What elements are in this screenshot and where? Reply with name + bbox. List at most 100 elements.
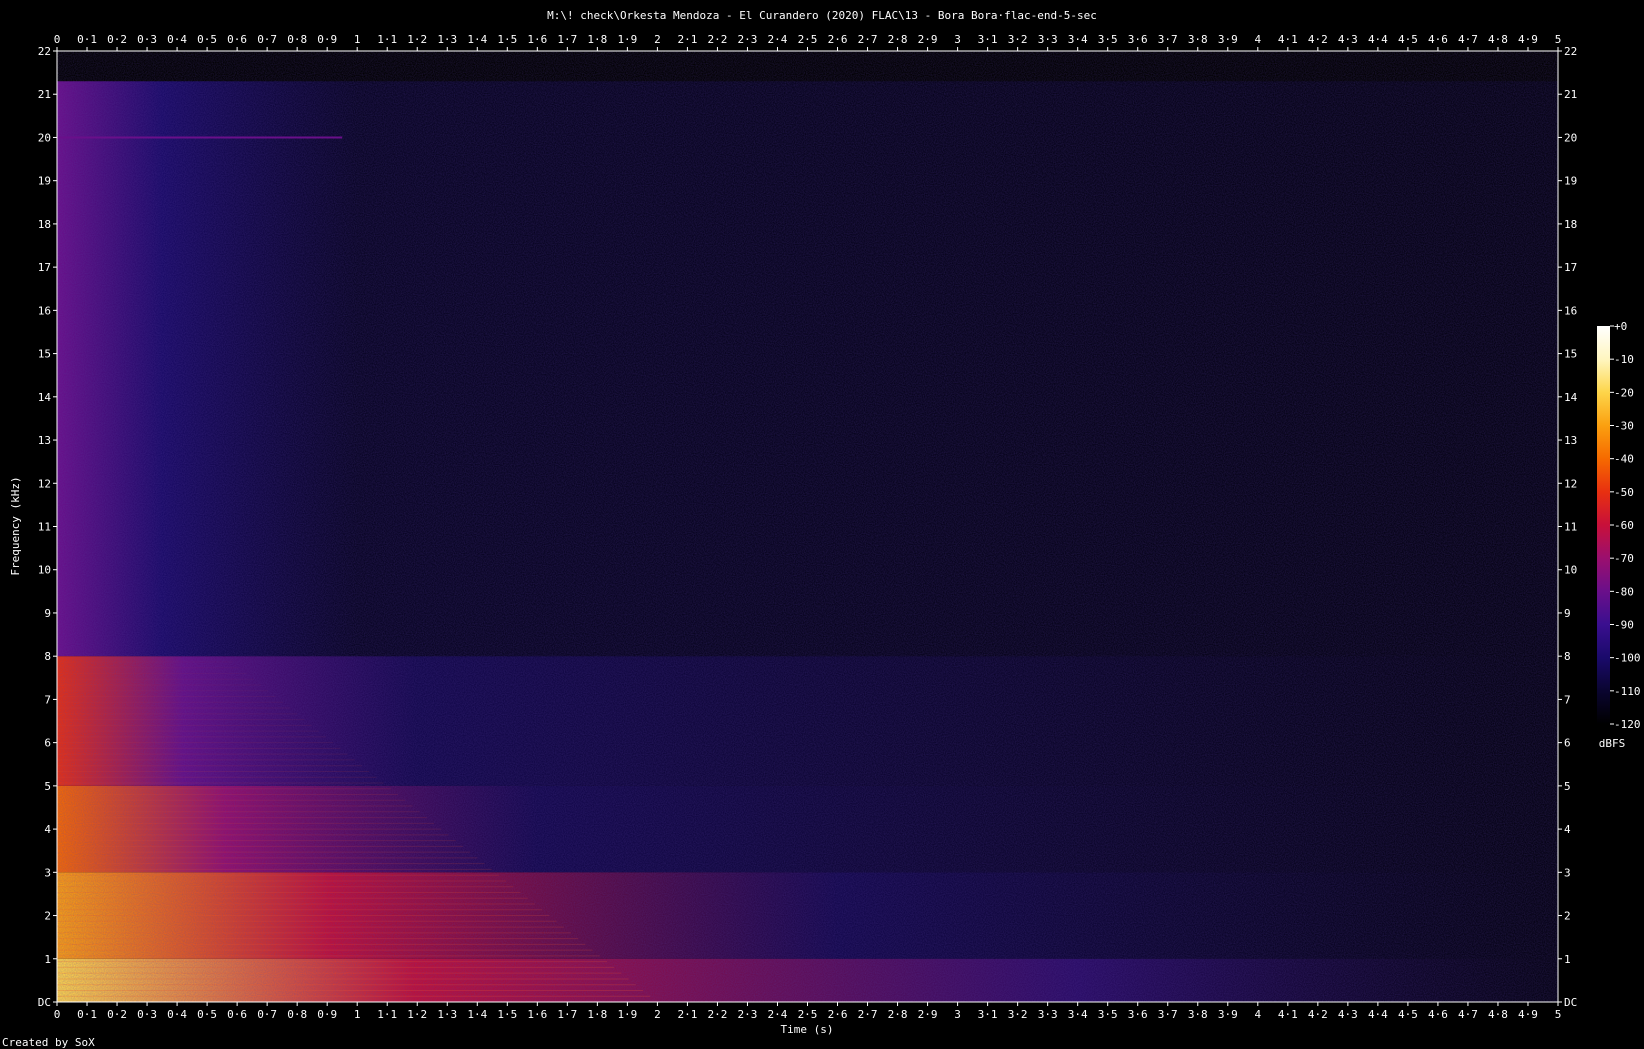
- y-tick-label: 22: [38, 45, 51, 58]
- x-tick-label: 2·4: [768, 1008, 788, 1021]
- x-tick-label: 1: [354, 33, 361, 46]
- x-tick-label: 4·2: [1308, 1008, 1328, 1021]
- y-tick-label: 18: [38, 218, 51, 231]
- x-tick-label: 2·1: [677, 33, 697, 46]
- y-tick-label: 6: [1564, 737, 1571, 750]
- x-tick-label: 2·7: [858, 1008, 878, 1021]
- colorbar-gradient: [1597, 326, 1610, 724]
- x-tick-label: 2·8: [888, 1008, 908, 1021]
- x-tick-label: 2·6: [828, 1008, 848, 1021]
- colorbar-tick-label: -10: [1614, 353, 1634, 366]
- x-tick-label: 3·5: [1098, 33, 1118, 46]
- x-tick-label: 2·3: [738, 1008, 758, 1021]
- colorbar-ticks: +0 -10 -20 -30 -40 -50 -60 -70 -80 -90 -100 -110 -12…: [1610, 320, 1641, 731]
- x-tick-label: 2·7: [858, 33, 878, 46]
- x-tick-label: 3·7: [1158, 33, 1178, 46]
- colorbar-tick-label: -90: [1614, 619, 1634, 632]
- y-tick-label: 12: [38, 477, 51, 490]
- x-tick-label: 3·3: [1038, 33, 1058, 46]
- x-tick-label: 5: [1555, 33, 1562, 46]
- x-tick-label: 1·9: [617, 1008, 637, 1021]
- x-tick-label: 3·3: [1038, 1008, 1058, 1021]
- y-tick-label: 16: [1564, 304, 1577, 317]
- y-tick-label: 7: [44, 693, 51, 706]
- x-tick-label: 1·8: [587, 1008, 607, 1021]
- y-tick-label: 21: [1564, 88, 1577, 101]
- x-tick-label: 1·2: [407, 1008, 427, 1021]
- x-tick-label: 0: [54, 1008, 61, 1021]
- y-tick-label: DC: [38, 996, 51, 1009]
- y-tick-label: 16: [38, 304, 51, 317]
- x-tick-label: 3·8: [1188, 1008, 1208, 1021]
- x-tick-label: 3·5: [1098, 1008, 1118, 1021]
- x-tick-label: 4·1: [1278, 33, 1298, 46]
- x-tick-label: 4·3: [1338, 1008, 1358, 1021]
- x-tick-label: 0·8: [287, 33, 307, 46]
- y-tick-label: 14: [38, 391, 52, 404]
- x-tick-label: 4·6: [1428, 33, 1448, 46]
- x-tick-label: 2·2: [708, 1008, 728, 1021]
- colorbar-tick-label: +0: [1614, 320, 1627, 333]
- x-tick-label: 0·1: [77, 1008, 97, 1021]
- x-tick-label: 0·5: [197, 33, 217, 46]
- x-tick-label: 4·9: [1518, 33, 1538, 46]
- x-tick-label: 2·6: [828, 33, 848, 46]
- x-tick-label: 1·6: [527, 33, 547, 46]
- x-tick-label: 4·7: [1458, 1008, 1478, 1021]
- x-tick-label: 3·1: [978, 33, 998, 46]
- x-tick-label: 3·7: [1158, 1008, 1178, 1021]
- y-tick-label: 19: [38, 175, 51, 188]
- x-tick-label: 0·3: [137, 33, 157, 46]
- x-tick-label: 2·5: [798, 1008, 818, 1021]
- x-tick-label: 1·4: [467, 33, 487, 46]
- colorbar-tick-label: -80: [1614, 585, 1634, 598]
- x-tick-label: 3·9: [1218, 1008, 1238, 1021]
- x-tick-label: 1·5: [497, 1008, 517, 1021]
- y-tick-label: 10: [38, 564, 51, 577]
- x-tick-label: 0·4: [167, 1008, 187, 1021]
- x-tick-label: 3·1: [978, 1008, 998, 1021]
- x-tick-label: 1·1: [377, 33, 397, 46]
- x-tick-label: 1·7: [557, 1008, 577, 1021]
- colorbar-tick-label: -120: [1614, 718, 1641, 731]
- x-tick-label: 1·3: [437, 33, 457, 46]
- y-tick-label: 15: [1564, 348, 1577, 361]
- x-tick-label: 1·6: [527, 1008, 547, 1021]
- y-tick-label: 18: [1564, 218, 1577, 231]
- x-tick-label: 2·9: [918, 33, 938, 46]
- y-axis-label: Frequency (kHz): [9, 476, 22, 575]
- x-tick-label: 1·7: [557, 33, 577, 46]
- y-tick-label: 20: [38, 131, 51, 144]
- x-tick-label: 1·3: [437, 1008, 457, 1021]
- y-tick-label: 12: [1564, 477, 1577, 490]
- y-tick-label: 9: [1564, 607, 1571, 620]
- x-tick-label: 3·4: [1068, 1008, 1088, 1021]
- y-tick-label: 5: [1564, 780, 1571, 793]
- y-tick-label: 4: [1564, 823, 1571, 836]
- x-tick-label: 1·8: [587, 33, 607, 46]
- x-tick-label: 0·9: [317, 1008, 337, 1021]
- x-tick-label: 4·9: [1518, 1008, 1538, 1021]
- plot-area: [56, 50, 1559, 1003]
- y-tick-label: 1: [44, 953, 51, 966]
- x-tick-label: 0·2: [107, 1008, 127, 1021]
- x-tick-label: 3·4: [1068, 33, 1088, 46]
- y-tick-label: 4: [44, 823, 51, 836]
- y-tick-label: 17: [38, 261, 51, 274]
- colorbar: +0 -10 -20 -30 -40 -50 -60 -70 -80 -90 -100 -110 -12…: [1597, 320, 1641, 750]
- y-tick-label: 13: [1564, 434, 1577, 447]
- x-tick-label: 0·6: [227, 1008, 247, 1021]
- colorbar-tick-label: -20: [1614, 386, 1634, 399]
- x-tick-label: 1·4: [467, 1008, 487, 1021]
- x-tick-label: 2: [654, 33, 661, 46]
- x-tick-label: 0·3: [137, 1008, 157, 1021]
- x-tick-label: 4·2: [1308, 33, 1328, 46]
- x-tick-label: 0·2: [107, 33, 127, 46]
- y-tick-label: 21: [38, 88, 51, 101]
- y-tick-label: 5: [44, 780, 51, 793]
- y-tick-label: 10: [1564, 564, 1577, 577]
- colorbar-tick-label: -100: [1614, 652, 1641, 665]
- y-tick-label: 6: [44, 737, 51, 750]
- x-tick-label: 1·5: [497, 33, 517, 46]
- y-tick-label: 2: [1564, 910, 1571, 923]
